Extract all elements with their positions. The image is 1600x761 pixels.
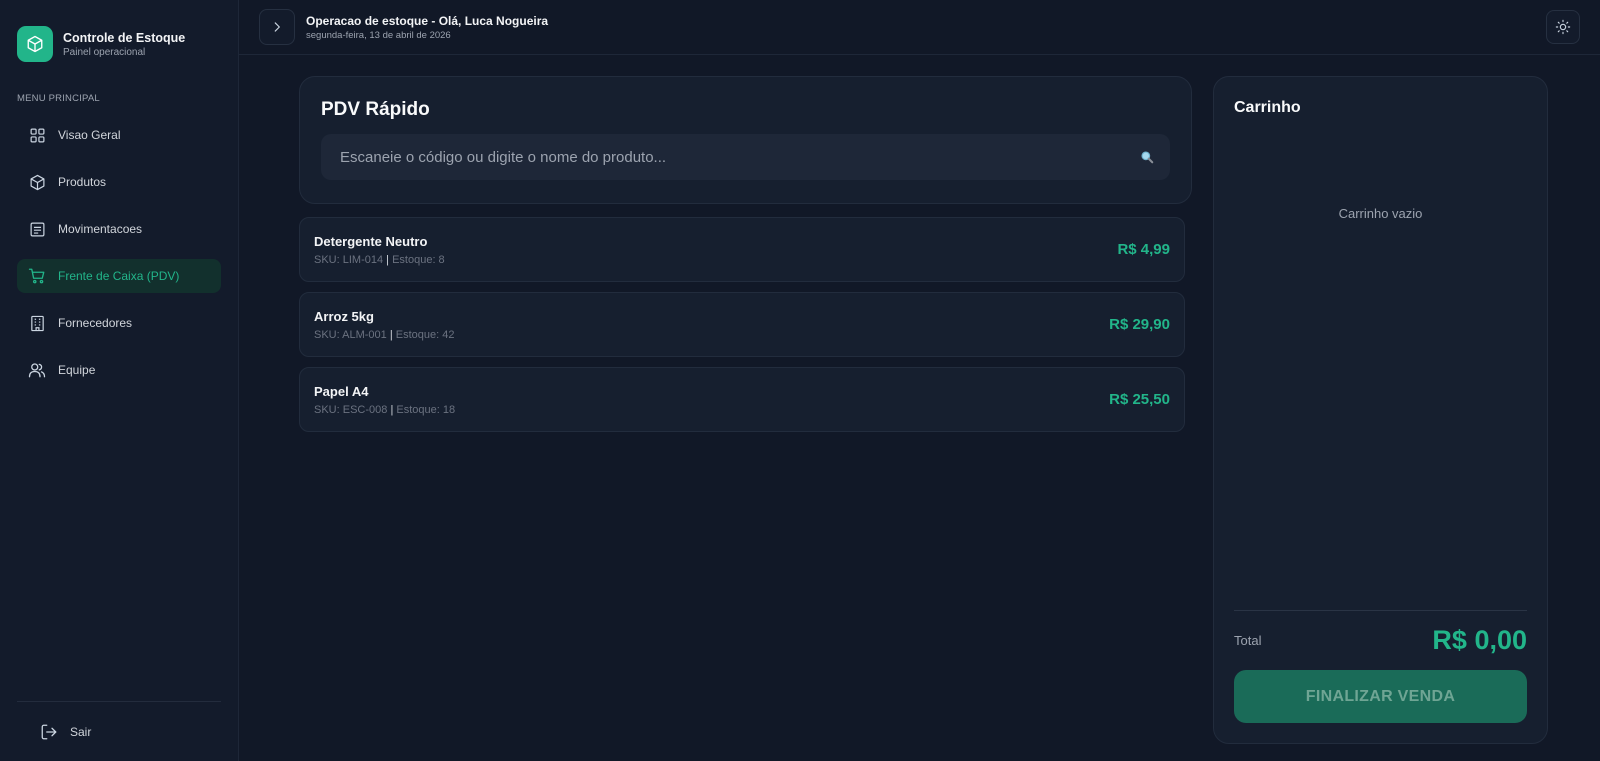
- cart-total-row: Total R$ 0,00: [1234, 625, 1527, 656]
- sidebar-item-pdv[interactable]: Frente de Caixa (PDV): [17, 259, 221, 293]
- logout-button[interactable]: Sair: [40, 723, 91, 741]
- building-icon: [28, 314, 46, 332]
- sidebar-toggle-button[interactable]: [259, 9, 295, 45]
- sidebar-item-label: Fornecedores: [58, 316, 133, 330]
- sidebar-footer: Sair: [17, 701, 221, 761]
- total-value: R$ 0,00: [1432, 625, 1527, 655]
- cart-panel: Carrinho Carrinho vazio Total R$ 0,00 FI…: [1213, 76, 1548, 744]
- product-search-input[interactable]: [340, 148, 1140, 166]
- sidebar-item-movimentacoes[interactable]: Movimentacoes: [17, 212, 221, 246]
- topbar-text: Operacao de estoque - Olá, Luca Nogueira…: [306, 14, 548, 41]
- product-list: Detergente Neutro SKU: LIM-014 | Estoque…: [299, 217, 1185, 432]
- logout-label: Sair: [70, 724, 92, 739]
- logout-icon: [40, 723, 58, 741]
- sidebar-item-produtos[interactable]: Produtos: [17, 165, 221, 199]
- box-icon: [17, 26, 53, 62]
- product-item[interactable]: Papel A4 SKU: ESC-008 | Estoque: 18 R$ 2…: [299, 367, 1185, 432]
- users-icon: [28, 361, 46, 379]
- sidebar-item-label: Frente de Caixa (PDV): [58, 269, 180, 283]
- page-title: Operacao de estoque - Olá, Luca Nogueira: [306, 13, 549, 28]
- sidebar: Controle de Estoque Painel operacional M…: [0, 0, 239, 761]
- brand-title: Controle de Estoque: [63, 30, 186, 45]
- sun-icon: [1555, 19, 1571, 35]
- app: Controle de Estoque Painel operacional M…: [0, 0, 1600, 761]
- product-price: R$ 25,50: [1109, 391, 1170, 408]
- sidebar-item-fornecedores[interactable]: Fornecedores: [17, 306, 221, 340]
- sidebar-nav: Visao Geral Produtos Movimentacoes Frent…: [17, 118, 221, 400]
- main: Operacao de estoque - Olá, Luca Nogueira…: [239, 0, 1600, 761]
- sidebar-item-label: Movimentacoes: [58, 222, 143, 236]
- product-stock: Estoque: 8: [392, 253, 445, 266]
- topbar: Operacao de estoque - Olá, Luca Nogueira…: [239, 0, 1600, 55]
- list-icon: [28, 220, 46, 238]
- theme-toggle-button[interactable]: [1546, 10, 1580, 44]
- pdv-card: PDV Rápido: [299, 76, 1192, 204]
- pdv-title: PDV Rápido: [321, 99, 430, 120]
- product-name: Papel A4: [314, 383, 369, 399]
- brand-subtitle: Painel operacional: [63, 46, 146, 58]
- sidebar-item-label: Visao Geral: [58, 128, 121, 142]
- product-sku: SKU: ALM-001: [314, 328, 387, 341]
- cart-icon: [28, 267, 46, 285]
- current-date: segunda-feira, 13 de abril de 2026: [306, 29, 451, 41]
- grid-icon: [28, 126, 46, 144]
- product-item[interactable]: Arroz 5kg SKU: ALM-001 | Estoque: 42 R$ …: [299, 292, 1185, 357]
- menu-section-label: MENU PRINCIPAL: [17, 93, 100, 104]
- chevron-right-icon: [274, 22, 280, 32]
- product-price: R$ 4,99: [1117, 241, 1170, 258]
- sidebar-item-visao-geral[interactable]: Visao Geral: [17, 118, 221, 152]
- cart-divider: [1234, 610, 1527, 611]
- product-meta: SKU: ALM-001 | Estoque: 42: [314, 328, 455, 341]
- product-price: R$ 29,90: [1109, 316, 1170, 333]
- product-stock: Estoque: 42: [395, 328, 455, 341]
- brand: Controle de Estoque Painel operacional: [17, 0, 221, 88]
- cart-empty-message: Carrinho vazio: [1338, 206, 1423, 221]
- search-icon: [1141, 151, 1154, 164]
- product-name: Detergente Neutro: [314, 233, 428, 249]
- sidebar-item-label: Produtos: [58, 175, 107, 189]
- product-item[interactable]: Detergente Neutro SKU: LIM-014 | Estoque…: [299, 217, 1185, 282]
- sidebar-item-label: Equipe: [58, 363, 96, 377]
- product-meta: SKU: LIM-014 | Estoque: 8: [314, 253, 445, 266]
- total-label: Total: [1234, 633, 1262, 648]
- box-icon: [28, 173, 46, 191]
- sidebar-item-equipe[interactable]: Equipe: [17, 353, 221, 387]
- product-name: Arroz 5kg: [314, 308, 374, 324]
- search-box: [321, 134, 1170, 180]
- product-sku: SKU: ESC-008: [314, 403, 388, 416]
- product-meta: SKU: ESC-008 | Estoque: 18: [314, 403, 456, 416]
- pdv-section: PDV Rápido Detergente Neutro: [299, 76, 1192, 761]
- cart-title: Carrinho: [1234, 99, 1301, 116]
- content: PDV Rápido Detergente Neutro: [239, 55, 1600, 761]
- product-stock: Estoque: 18: [396, 403, 456, 416]
- finalize-sale-button[interactable]: FINALIZAR VENDA: [1234, 670, 1527, 723]
- product-sku: SKU: LIM-014: [314, 253, 384, 266]
